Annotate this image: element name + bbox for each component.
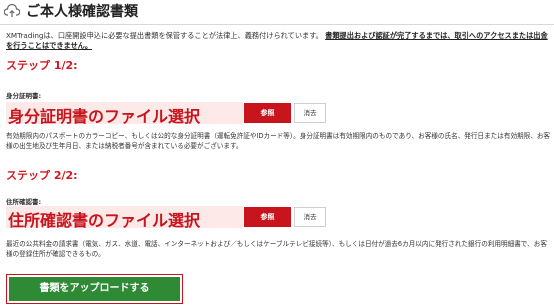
id-document-remove-button[interactable]: 消去 [294, 103, 326, 123]
id-document-browse-button[interactable]: 参照 [244, 103, 291, 123]
address-document-file-input[interactable]: 住所確認書のファイル選択 [6, 206, 243, 228]
address-document-file-placeholder: 住所確認書のファイル選択 [8, 211, 201, 228]
id-document-file-input[interactable]: 身分証明書のファイル選択 [6, 102, 243, 124]
notice-text: XMTradingは、口座開設申込に必要な提出書類を保管することが法律上、義務付… [6, 31, 554, 51]
upload-documents-button[interactable]: 書類をアップロードする [9, 277, 180, 301]
id-document-label: 身分証明書: [6, 92, 42, 100]
cloud-upload-icon [4, 3, 20, 17]
address-document-browse-button[interactable]: 参照 [244, 207, 291, 227]
address-document-label: 住所確認書: [6, 198, 42, 206]
header-divider [0, 24, 554, 25]
notice-body: XMTradingは、口座開設申込に必要な提出書類を保管することが法律上、義務付… [6, 31, 323, 40]
page-header: ご本人様確認書類 [0, 0, 554, 28]
page-title: ご本人様確認書類 [26, 4, 138, 20]
address-document-remove-button[interactable]: 消去 [294, 207, 326, 227]
step2-heading: ステップ 2/2: [6, 169, 78, 182]
id-document-description: 有効期限内のパスポートのカラーコピー、もしくは公的な身分証明書（運転免許証やID… [6, 132, 551, 150]
address-document-description: 最近の公共料金の請求書（電気、ガス、水道、電話、インターネットおよび／もしくはケ… [6, 240, 547, 258]
id-document-file-placeholder: 身分証明書のファイル選択 [8, 107, 201, 124]
address-document-file-row: 住所確認書のファイル選択 参照 消去 [6, 206, 326, 228]
upload-button-frame: 書類をアップロードする [6, 274, 183, 304]
id-document-file-row: 身分証明書のファイル選択 参照 消去 [6, 102, 326, 124]
step1-heading: ステップ 1/2: [6, 59, 78, 72]
